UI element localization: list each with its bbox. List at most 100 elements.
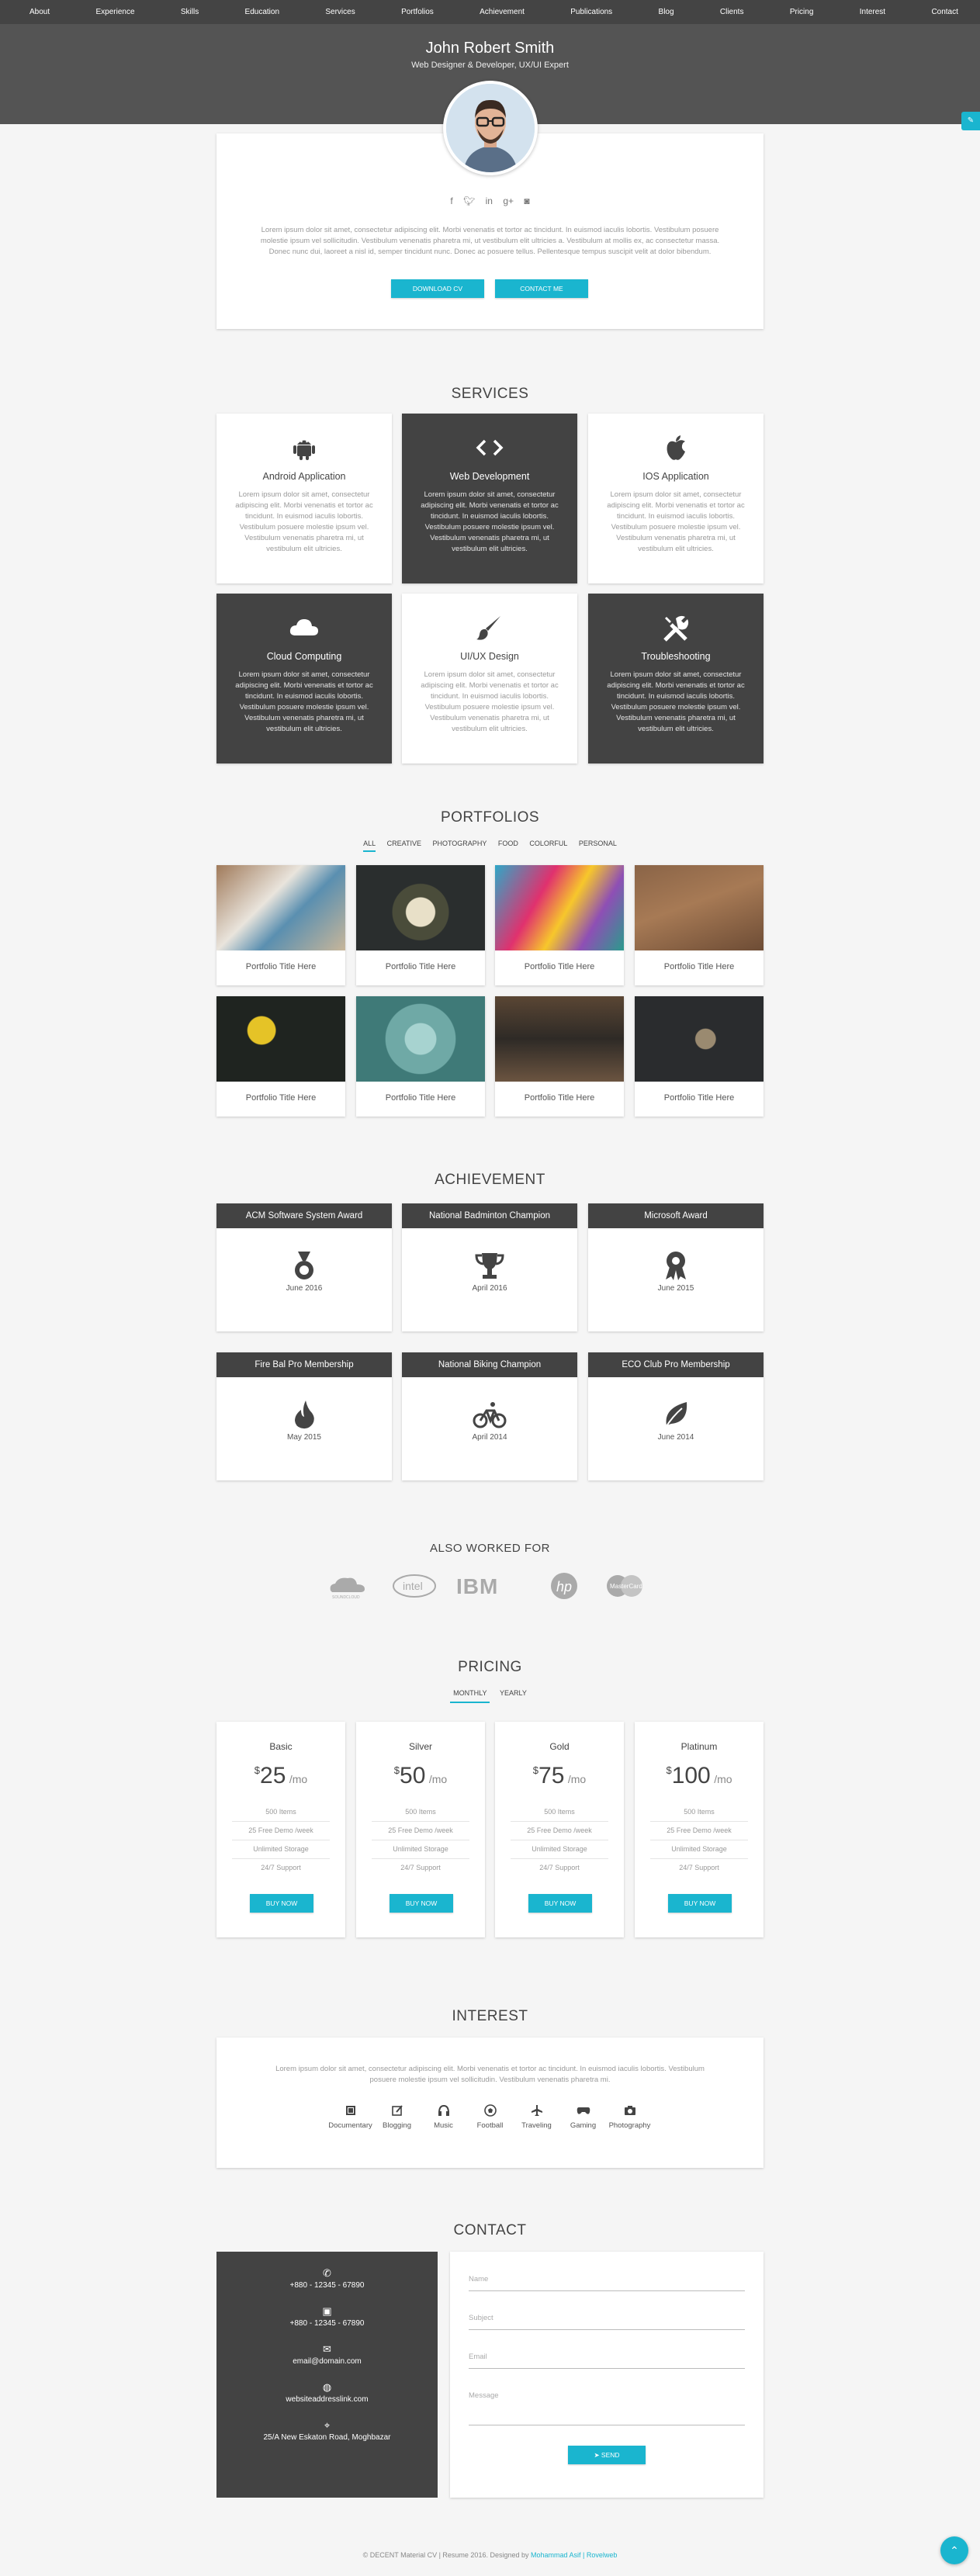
nav-item-achievement[interactable]: Achievement [480, 8, 525, 16]
portfolio-item[interactable]: Portfolio Title Here [356, 865, 485, 985]
achievement-card: ACM Software System Award June 2016 [216, 1203, 392, 1331]
nav-item-clients[interactable]: Clients [720, 8, 744, 16]
portfolio-caption: Portfolio Title Here [524, 1093, 595, 1103]
portfolio-caption: Portfolio Title Here [245, 962, 317, 971]
portfolio-item[interactable]: Portfolio Title Here [216, 996, 345, 1117]
portfolio-item[interactable]: Portfolio Title Here [495, 996, 624, 1117]
buy-now-button[interactable]: BUY NOW [528, 1894, 592, 1913]
nav-item-contact[interactable]: Contact [931, 8, 957, 16]
footer-author-link[interactable]: Mohammad Asif | Rovelweb [531, 2551, 617, 2559]
portfolio-image [495, 865, 624, 950]
medal-icon [295, 1252, 313, 1279]
twitter-icon[interactable]: 🐦︎ [463, 196, 475, 206]
nav-item-education[interactable]: Education [245, 8, 279, 16]
filter-all[interactable]: ALL [363, 840, 376, 852]
service-card-cloud: Cloud Computing Lorem ipsum dolor sit am… [216, 594, 392, 763]
portfolio-item[interactable]: Portfolio Title Here [356, 996, 485, 1117]
plan-price: 75 [538, 1763, 565, 1788]
portfolio-caption: Portfolio Title Here [663, 1093, 735, 1103]
portfolio-caption: Portfolio Title Here [385, 962, 456, 971]
top-navbar: About Experience Skills Education Servic… [0, 0, 980, 24]
nav-item-interest[interactable]: Interest [860, 8, 885, 16]
interest-text: Lorem ipsum dolor sit amet, consectetur … [275, 2065, 705, 2084]
nav-item-blog[interactable]: Blog [659, 8, 674, 16]
achievement-label: National Biking Champion [402, 1352, 577, 1377]
portfolio-item[interactable]: Portfolio Title Here [635, 865, 764, 985]
interest-item: Football [467, 2104, 514, 2130]
achievement-date: April 2014 [472, 1433, 507, 1442]
filter-colorful[interactable]: COLORFUL [529, 840, 567, 850]
interest-title: INTEREST [452, 2008, 528, 2024]
android-icon [293, 440, 315, 460]
scroll-to-top-button[interactable]: ⌃ [940, 2536, 968, 2564]
soundcloud-logo: SOUNDCLOUD [330, 1577, 365, 1600]
nav-item-experience[interactable]: Experience [95, 8, 134, 16]
nav-item-portfolios[interactable]: Portfolios [401, 8, 434, 16]
facebook-icon[interactable]: f [450, 196, 452, 206]
buy-now-button[interactable]: BUY NOW [390, 1894, 453, 1913]
achievement-label: ACM Software System Award [216, 1203, 392, 1228]
filter-food[interactable]: FOOD [498, 840, 518, 850]
achievement-date: April 2016 [472, 1284, 507, 1293]
contact-email[interactable]: email@domain.com [216, 2357, 438, 2366]
ibm-logo: IBM [456, 1574, 497, 1598]
achievement-date: May 2015 [287, 1433, 321, 1442]
send-button[interactable]: ➤ SEND [568, 2446, 646, 2464]
message-field[interactable]: Message [469, 2391, 745, 2425]
flame-icon [295, 1401, 314, 1429]
email-field[interactable]: Email [469, 2353, 745, 2369]
achievement-date: June 2014 [657, 1433, 694, 1442]
portfolio-image [495, 996, 624, 1082]
filter-creative[interactable]: CREATIVE [387, 840, 421, 850]
portfolio-filters: ALL CREATIVE PHOTOGRAPHY FOOD COLORFUL P… [0, 840, 980, 852]
nav-item-skills[interactable]: Skills [181, 8, 199, 16]
location-icon: ⌖ [324, 2419, 331, 2431]
footer-text: © DECENT Material CV | Resume 2016. Desi… [362, 2551, 529, 2559]
avatar [443, 81, 538, 175]
portfolio-item[interactable]: Portfolio Title Here [495, 865, 624, 985]
filter-personal[interactable]: PERSONAL [579, 840, 617, 850]
subject-field[interactable]: Subject [469, 2314, 745, 2330]
football-icon [483, 2104, 497, 2117]
contact-form: Name Subject Email Message ➤ SEND [450, 2252, 764, 2498]
client-logos: SOUNDCLOUD intel IBM hp MasterCard [326, 1570, 652, 1601]
contact-me-button[interactable]: CONTACT ME [495, 279, 588, 298]
svg-text:intel: intel [403, 1580, 423, 1592]
footer: © DECENT Material CV | Resume 2016. Desi… [0, 2551, 980, 2559]
tab-yearly[interactable]: YEARLY [497, 1689, 530, 1697]
filter-photography[interactable]: PHOTOGRAPHY [432, 840, 487, 850]
settings-toggle-icon[interactable]: ✎ [961, 112, 980, 130]
service-card-web-development: Web Development Lorem ipsum dolor sit am… [402, 414, 577, 583]
portfolio-image [216, 865, 345, 950]
achievement-card: National Biking Champion April 2014 [402, 1352, 577, 1480]
instagram-icon[interactable]: ◙ [524, 196, 529, 206]
portfolio-image [356, 996, 485, 1082]
contact-phone: +880 - 12345 - 67890 [289, 2281, 365, 2290]
nav-item-pricing[interactable]: Pricing [790, 8, 814, 16]
portfolio-image [635, 996, 764, 1082]
nav-item-about[interactable]: About [29, 8, 50, 16]
nav-item-publications[interactable]: Publications [570, 8, 612, 16]
ribbon-icon [666, 1252, 686, 1280]
buy-now-button[interactable]: BUY NOW [250, 1894, 313, 1913]
headphones-icon [438, 2104, 449, 2116]
pricing-tabs: MONTHLY YEARLY [0, 1689, 980, 1703]
google-plus-icon[interactable]: g+ [503, 196, 514, 206]
pricing-title: PRICING [458, 1659, 522, 1675]
portfolio-item[interactable]: Portfolio Title Here [216, 865, 345, 985]
interest-card: Lorem ipsum dolor sit amet, consectetur … [216, 2038, 764, 2168]
gamepad-icon [577, 2107, 590, 2114]
service-desc: Lorem ipsum dolor sit amet, consectetur … [235, 490, 373, 553]
nav-item-services[interactable]: Services [325, 8, 355, 16]
interest-item: Gaming [560, 2104, 607, 2130]
plan-price: 25 [260, 1763, 286, 1788]
plan-price: 100 [671, 1763, 711, 1788]
fax-icon: ▣ [322, 2305, 332, 2317]
buy-now-button[interactable]: BUY NOW [668, 1894, 732, 1913]
download-cv-button[interactable]: DOWNLOAD CV [391, 279, 484, 298]
contact-website[interactable]: websiteaddresslink.com [216, 2395, 438, 2404]
tab-monthly[interactable]: MONTHLY [450, 1689, 490, 1703]
name-field[interactable]: Name [469, 2275, 745, 2291]
portfolio-item[interactable]: Portfolio Title Here [635, 996, 764, 1117]
linkedin-icon[interactable]: in [486, 196, 493, 206]
